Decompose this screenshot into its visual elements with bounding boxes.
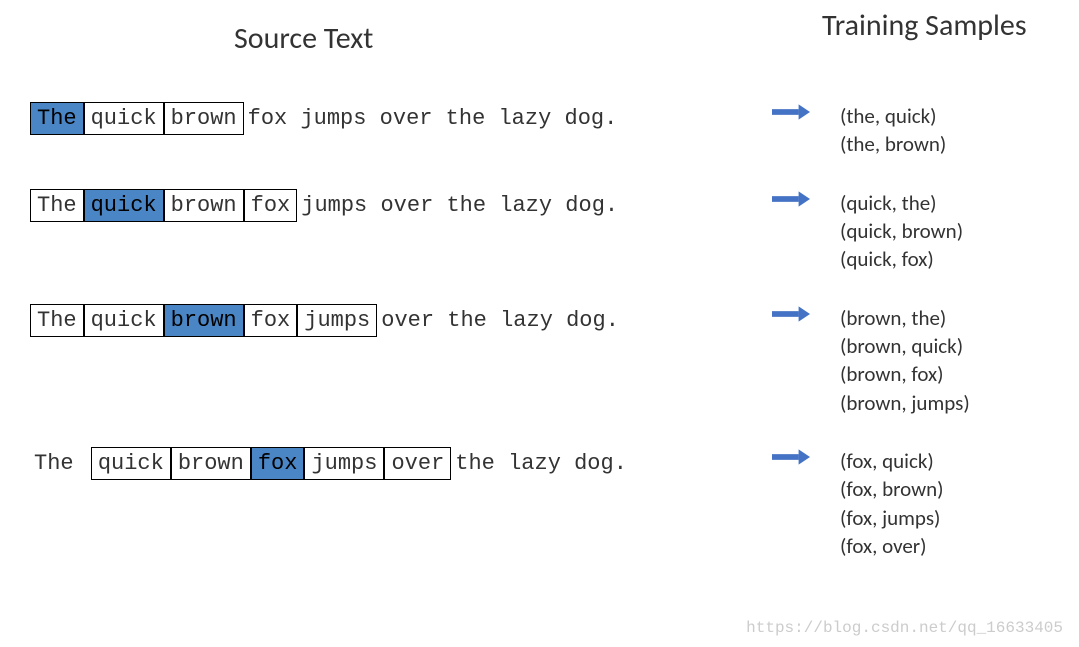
example-row: The quick brown fox jumps over the lazy … (30, 189, 1049, 274)
word-context: jumps (304, 447, 384, 480)
sentence: The quick brown fox jumps over the lazy … (30, 304, 760, 337)
word-plain: fox jumps over the lazy dog. (244, 103, 622, 134)
word-context: brown (164, 189, 244, 222)
sample: (quick, brown) (840, 217, 963, 245)
sample: (fox, over) (840, 532, 944, 560)
sample: (brown, quick) (840, 332, 970, 360)
sample: (quick, fox) (840, 245, 963, 273)
training-samples-header: Training Samples (822, 8, 1027, 44)
example-row: The quick brown fox jumps over the lazy … (30, 102, 1049, 159)
sample: (fox, jumps) (840, 504, 944, 532)
word-target: brown (164, 304, 244, 337)
training-samples-list: (brown, the) (brown, quick) (brown, fox)… (840, 304, 970, 417)
sample: (brown, the) (840, 304, 970, 332)
word-context: The (30, 304, 84, 337)
source-text-header: Source Text (234, 20, 373, 57)
word-context: brown (164, 102, 244, 135)
word-plain: the lazy dog. (451, 448, 631, 479)
training-samples-list: (the, quick) (the, brown) (840, 102, 946, 159)
watermark: https://blog.csdn.net/qq_16633405 (746, 619, 1063, 637)
sample: (the, brown) (840, 130, 946, 158)
word-target: fox (251, 447, 305, 480)
diagram-content: The quick brown fox jumps over the lazy … (30, 102, 1049, 560)
arrow-icon (772, 449, 810, 470)
word-target: The (30, 102, 84, 135)
sample: (fox, brown) (840, 475, 944, 503)
sentence: The quick brown fox jumps over the lazy … (30, 447, 760, 480)
arrow-icon (772, 191, 810, 212)
word-context: quick (84, 304, 164, 337)
word-plain: The (30, 448, 91, 479)
arrow-icon (772, 306, 810, 327)
arrow-icon (772, 104, 810, 125)
word-plain: jumps over the lazy dog. (297, 190, 622, 221)
word-context: over (384, 447, 451, 480)
sentence: The quick brown fox jumps over the lazy … (30, 102, 760, 135)
sample: (the, quick) (840, 102, 946, 130)
word-plain: over the lazy dog. (377, 305, 623, 336)
sample: (brown, fox) (840, 360, 970, 388)
word-context: quick (84, 102, 164, 135)
word-target: quick (84, 189, 164, 222)
word-context: jumps (297, 304, 377, 337)
example-row: The quick brown fox jumps over the lazy … (30, 447, 1049, 560)
word-context: fox (244, 189, 298, 222)
word-context: fox (244, 304, 298, 337)
sample: (quick, the) (840, 189, 963, 217)
sample: (fox, quick) (840, 447, 944, 475)
example-row: The quick brown fox jumps over the lazy … (30, 304, 1049, 417)
training-samples-list: (quick, the) (quick, brown) (quick, fox) (840, 189, 963, 274)
word-context: quick (91, 447, 171, 480)
sample: (brown, jumps) (840, 389, 970, 417)
training-samples-list: (fox, quick) (fox, brown) (fox, jumps) (… (840, 447, 944, 560)
sentence: The quick brown fox jumps over the lazy … (30, 189, 760, 222)
word-context: brown (171, 447, 251, 480)
word-context: The (30, 189, 84, 222)
